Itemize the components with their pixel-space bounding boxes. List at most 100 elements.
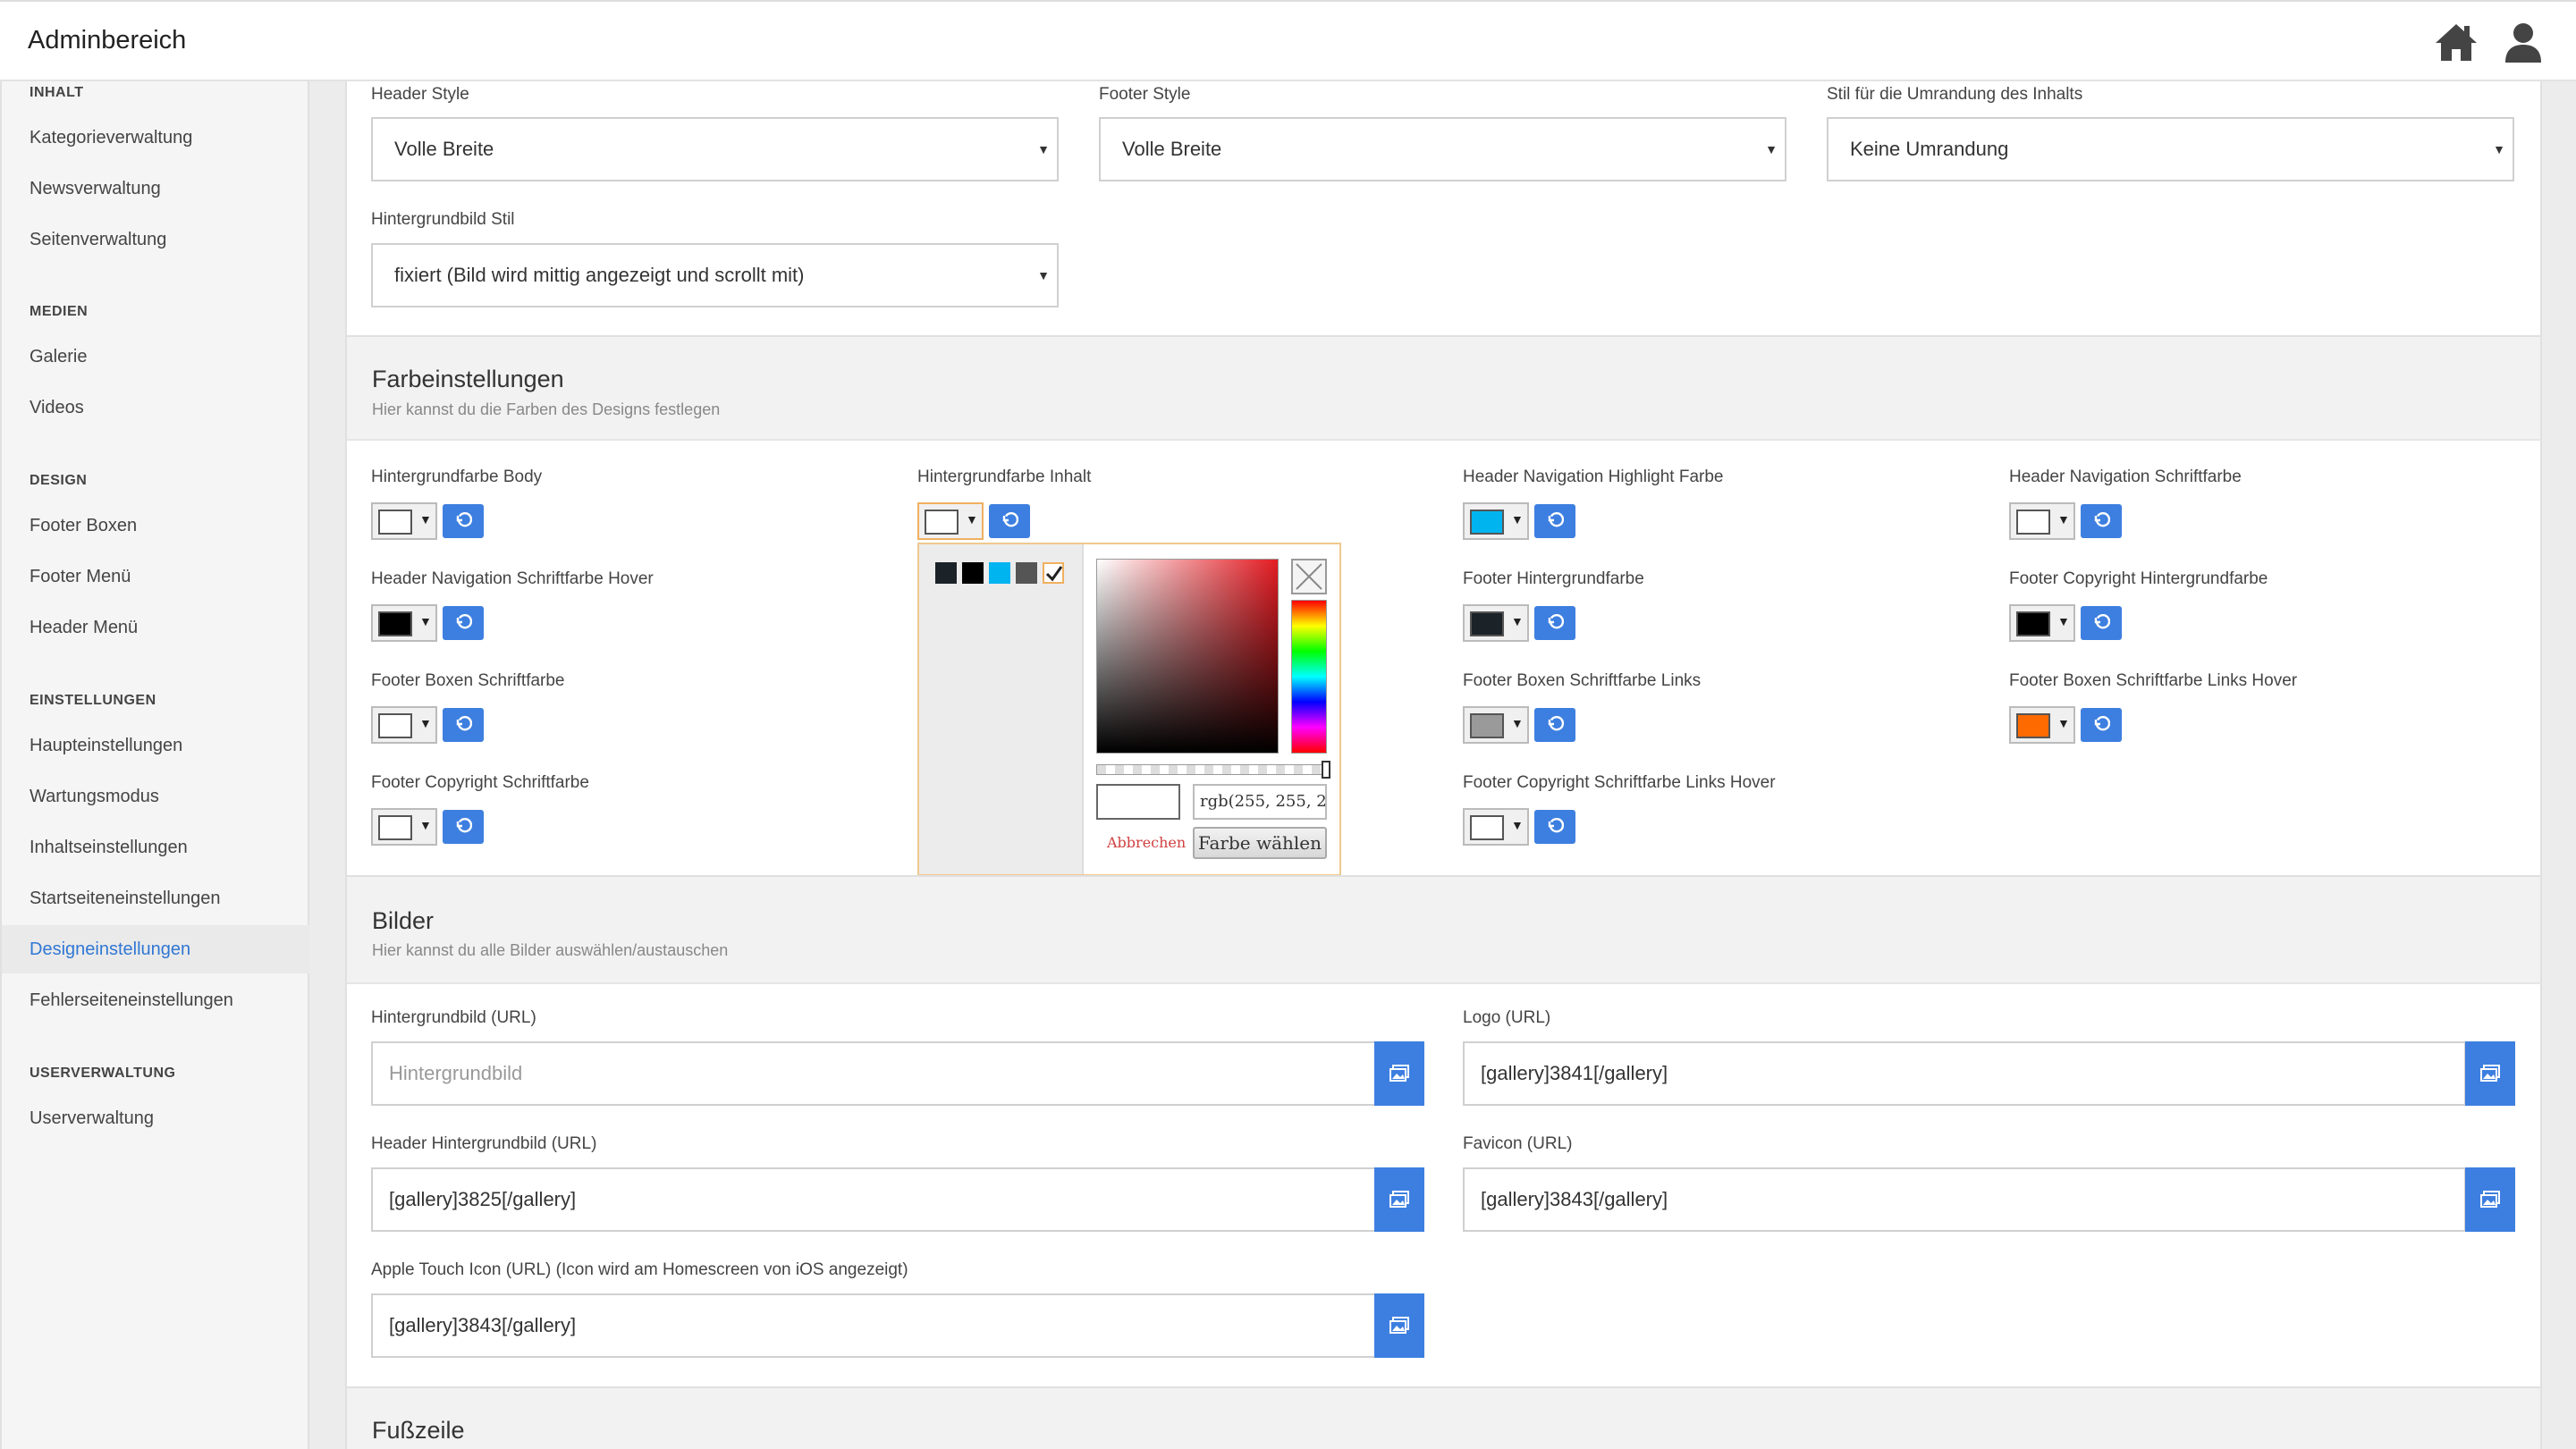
color-swatch-nav-highlight[interactable]: ▼ — [1463, 502, 1529, 540]
color-preview — [2016, 510, 2050, 535]
gallery-button[interactable] — [1374, 1041, 1424, 1106]
palette-swatch[interactable] — [1016, 562, 1037, 584]
undo-icon — [2094, 716, 2110, 731]
color-picker-popup: rgb(255, 255, 255) Abbrechen Farbe wähle… — [917, 543, 1341, 876]
undo-icon — [1002, 512, 1018, 527]
footer-style-label: Footer Style — [1099, 85, 1191, 104]
color-swatch-body[interactable]: ▼ — [371, 502, 437, 540]
color-preview-box — [1096, 784, 1180, 820]
close-icon[interactable] — [1291, 559, 1327, 594]
chevron-down-icon: ▼ — [966, 512, 978, 527]
apple-icon-input[interactable]: [gallery]3843[/gallery] — [371, 1293, 1377, 1358]
chevron-down-icon: ▼ — [2057, 614, 2070, 628]
border-style-select[interactable]: Keine Umrandung ▼ — [1827, 117, 2514, 181]
sidebar-item-header-menu[interactable]: Header Menü — [2, 603, 309, 652]
sidebar-item-kategorieverwaltung[interactable]: Kategorieverwaltung — [2, 114, 309, 162]
color-swatch-copyright-font[interactable]: ▼ — [371, 808, 437, 846]
color-swatch-copyright-links-hover[interactable]: ▼ — [1463, 808, 1529, 846]
reset-button[interactable] — [443, 810, 484, 844]
color-preview — [378, 815, 412, 840]
sidebar-item-galerie[interactable]: Galerie — [2, 333, 309, 381]
colors-title: Farbeinstellungen — [372, 366, 564, 392]
undo-icon — [456, 614, 472, 629]
alpha-handle[interactable] — [1322, 761, 1330, 779]
sidebar-item-haupteinstellungen[interactable]: Haupteinstellungen — [2, 721, 309, 770]
chevron-down-icon: ▼ — [1511, 818, 1524, 832]
sidebar-item-footer-menu[interactable]: Footer Menü — [2, 552, 309, 601]
reset-button[interactable] — [2081, 708, 2122, 742]
color-swatch-copyright-bg[interactable]: ▼ — [2009, 604, 2075, 642]
color-preview — [378, 510, 412, 535]
color-preview — [378, 611, 412, 636]
palette-swatch[interactable] — [935, 562, 957, 584]
header-style-select[interactable]: Volle Breite ▼ — [371, 117, 1059, 181]
color-swatch-footer-boxen-links-hover[interactable]: ▼ — [2009, 706, 2075, 744]
sidebar-item-designeinstellungen[interactable]: Designeinstellungen — [2, 925, 309, 973]
alpha-slider[interactable] — [1096, 764, 1327, 775]
sidebar-item-videos[interactable]: Videos — [2, 383, 309, 432]
palette-swatch-selected[interactable] — [1043, 562, 1064, 584]
color-preview — [2016, 611, 2050, 636]
sidebar-item-newsverwaltung[interactable]: Newsverwaltung — [2, 164, 309, 213]
home-icon[interactable] — [2434, 21, 2479, 66]
palette-swatch[interactable] — [962, 562, 984, 584]
footer-section-title: Fußzeile — [372, 1417, 465, 1444]
app-title[interactable]: Adminbereich — [28, 26, 186, 55]
saturation-value-area[interactable] — [1096, 559, 1279, 754]
reset-button[interactable] — [1534, 504, 1575, 538]
sidebar-item-inhaltseinstellungen[interactable]: Inhaltseinstellungen — [2, 823, 309, 872]
rgb-input[interactable]: rgb(255, 255, 255) — [1193, 784, 1327, 820]
gallery-button[interactable] — [1374, 1293, 1424, 1358]
reset-button[interactable] — [2081, 606, 2122, 640]
images-subtitle: Hier kannst du alle Bilder auswählen/aus… — [372, 941, 729, 959]
color-swatch-nav-hover[interactable]: ▼ — [371, 604, 437, 642]
checkmark-icon — [1045, 566, 1063, 582]
gallery-button[interactable] — [1374, 1167, 1424, 1232]
reset-button[interactable] — [443, 606, 484, 640]
reset-button[interactable] — [2081, 504, 2122, 538]
bg-image-input[interactable]: Hintergrundbild — [371, 1041, 1377, 1106]
reset-button[interactable] — [443, 504, 484, 538]
reset-button[interactable] — [989, 504, 1030, 538]
reset-button[interactable] — [443, 708, 484, 742]
apple-icon-label: Apple Touch Icon (URL) (Icon wird am Hom… — [371, 1260, 908, 1279]
color-label-body: Hintergrundfarbe Body — [371, 468, 543, 486]
favicon-input[interactable]: [gallery]3843[/gallery] — [1463, 1167, 2466, 1232]
sidebar-item-seitenverwaltung[interactable]: Seitenverwaltung — [2, 215, 309, 264]
undo-icon — [1548, 716, 1564, 731]
footer-style-select[interactable]: Volle Breite ▼ — [1099, 117, 1786, 181]
reset-button[interactable] — [1534, 810, 1575, 844]
sidebar-item-footer-boxen[interactable]: Footer Boxen — [2, 501, 309, 550]
sidebar-item-fehlerseiteneinstellungen[interactable]: Fehlerseiteneinstellungen — [2, 976, 309, 1024]
color-swatch-footer-boxen-font[interactable]: ▼ — [371, 706, 437, 744]
chevron-down-icon: ▼ — [1765, 142, 1778, 156]
reset-button[interactable] — [1534, 708, 1575, 742]
image-icon — [1389, 1191, 1409, 1208]
sidebar-item-wartungsmodus[interactable]: Wartungsmodus — [2, 772, 309, 821]
undo-icon — [456, 818, 472, 833]
bg-image-style-select[interactable]: fixiert (Bild wird mittig angezeigt und … — [371, 243, 1059, 307]
gallery-button[interactable] — [2465, 1041, 2515, 1106]
header-bg-input[interactable]: [gallery]3825[/gallery] — [371, 1167, 1377, 1232]
chevron-down-icon: ▼ — [1511, 512, 1524, 527]
sidebar-item-userverwaltung[interactable]: Userverwaltung — [2, 1094, 309, 1142]
hue-slider[interactable] — [1291, 600, 1327, 754]
color-swatch-footer-bg[interactable]: ▼ — [1463, 604, 1529, 642]
top-bar: Adminbereich — [0, 0, 2576, 81]
gallery-button[interactable] — [2465, 1167, 2515, 1232]
reset-button[interactable] — [1534, 606, 1575, 640]
color-label-footer-boxen-links-hover: Footer Boxen Schriftfarbe Links Hover — [2009, 671, 2298, 690]
choose-color-button[interactable]: Farbe wählen — [1193, 827, 1327, 859]
palette-swatch[interactable] — [989, 562, 1010, 584]
logo-label: Logo (URL) — [1463, 1008, 1551, 1027]
color-swatch-nav-font[interactable]: ▼ — [2009, 502, 2075, 540]
color-label-content-bg: Hintergrundfarbe Inhalt — [917, 468, 1092, 486]
logo-input[interactable]: [gallery]3841[/gallery] — [1463, 1041, 2466, 1106]
user-icon[interactable] — [2504, 21, 2548, 66]
sidebar-heading-medien: MEDIEN — [30, 304, 89, 319]
sidebar-item-startseiteneinstellungen[interactable]: Startseiteneinstellungen — [2, 874, 309, 922]
cancel-link[interactable]: Abbrechen — [1107, 834, 1186, 851]
color-swatch-content-bg[interactable]: ▼ — [917, 502, 984, 540]
border-style-value: Keine Umrandung — [1850, 138, 2009, 160]
color-swatch-footer-boxen-links[interactable]: ▼ — [1463, 706, 1529, 744]
